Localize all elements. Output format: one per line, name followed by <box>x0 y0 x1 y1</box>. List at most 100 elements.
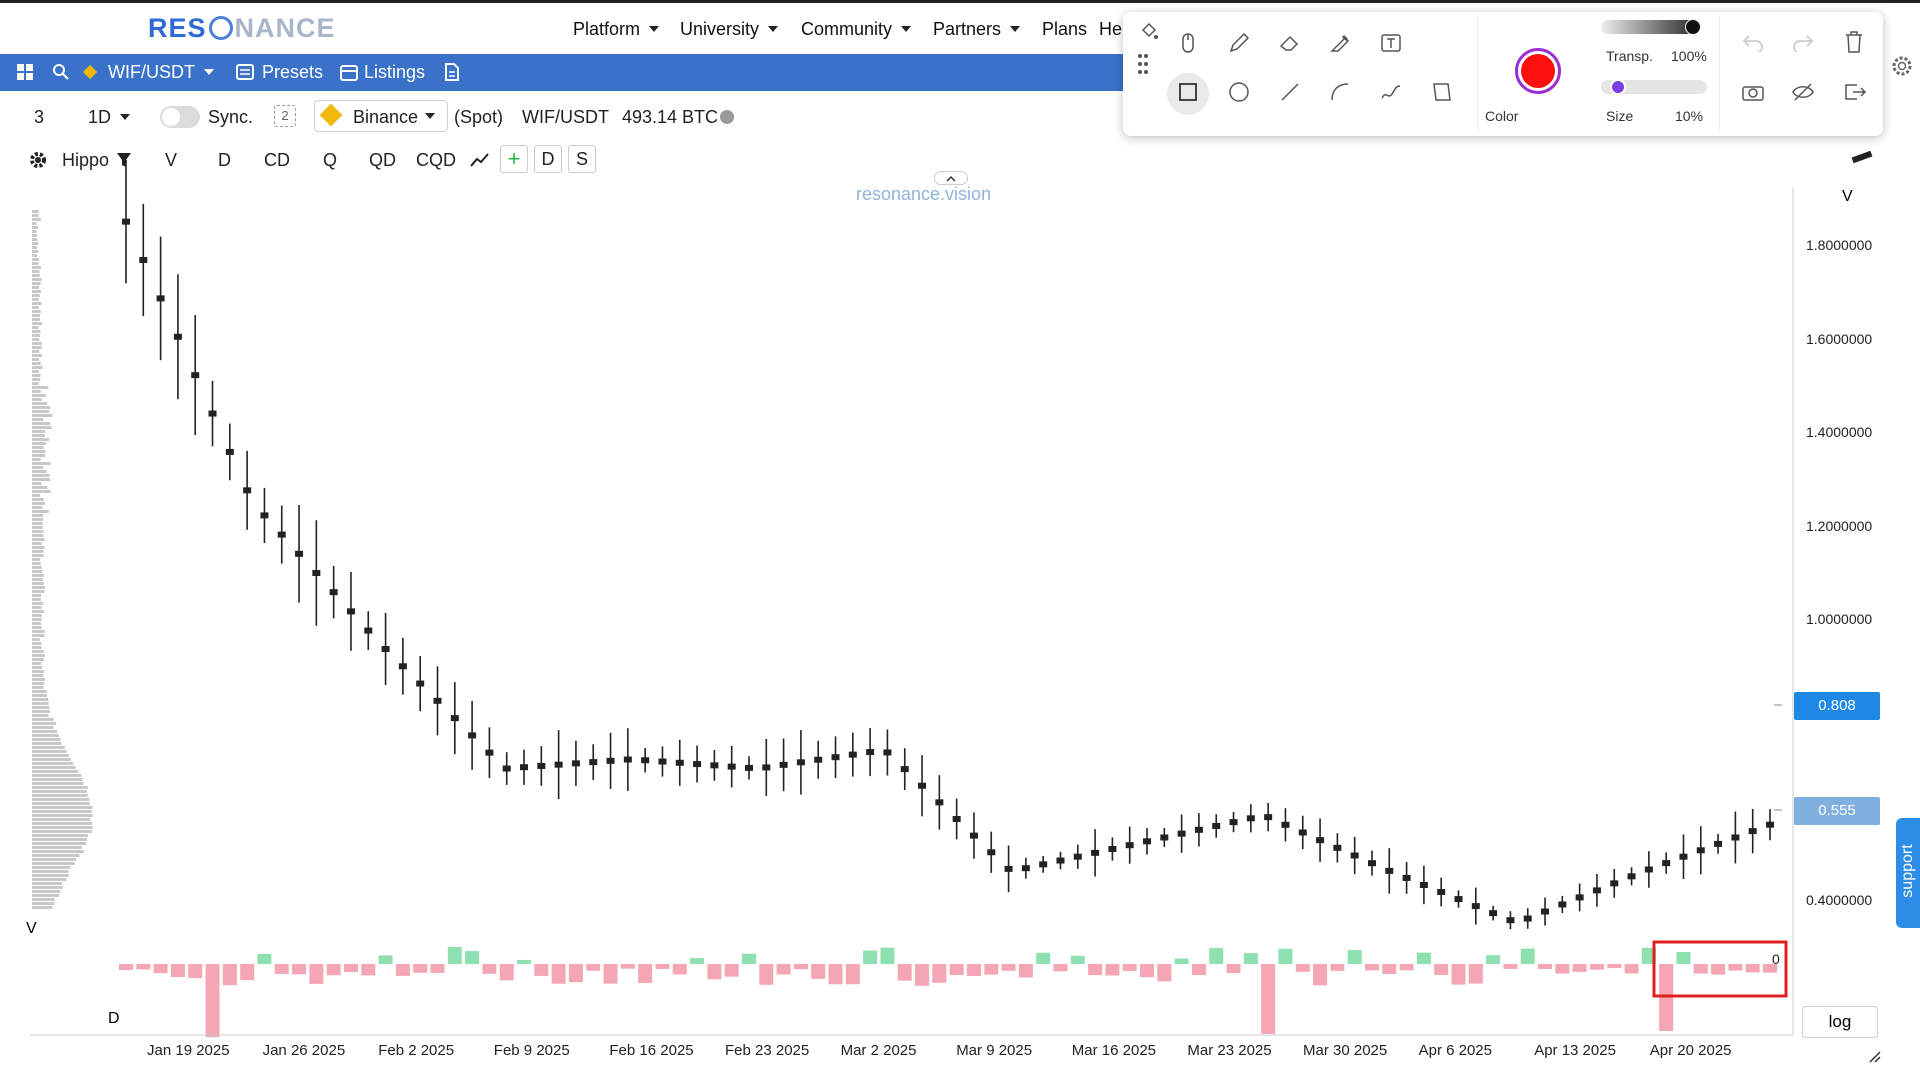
color-picker[interactable] <box>1515 48 1561 94</box>
filter-icon[interactable] <box>116 152 132 173</box>
log-scale-button[interactable]: log <box>1802 1006 1878 1038</box>
price-tick: 1.8000000 <box>1806 237 1873 253</box>
d-button[interactable]: D <box>534 145 562 173</box>
price-bar-body <box>814 756 823 763</box>
listings-button[interactable]: Listings <box>364 62 425 83</box>
s-button[interactable]: S <box>568 145 596 173</box>
delta-bar <box>1711 964 1726 975</box>
indicator-name[interactable]: Hippo <box>62 150 109 171</box>
indicator-button-q[interactable]: Q <box>323 150 337 171</box>
volume-profile-bar <box>32 850 84 853</box>
trash-icon[interactable] <box>1843 30 1865 59</box>
price-bar-body <box>156 295 165 302</box>
price-bar-body <box>1644 866 1653 873</box>
marker-tool[interactable] <box>1319 24 1361 66</box>
indicator-button-d[interactable]: D <box>218 150 231 171</box>
volume-profile-bar <box>32 494 41 497</box>
volume-profile-bar <box>32 622 42 625</box>
volume-profile-bar <box>32 722 57 725</box>
indicator-button-qd[interactable]: QD <box>369 150 396 171</box>
delta-bar <box>741 953 756 964</box>
line-tool[interactable] <box>1269 73 1311 115</box>
price-bar-body <box>796 759 805 766</box>
transparency-slider[interactable] <box>1601 19 1701 35</box>
hide-drawings-icon[interactable] <box>1791 82 1815 107</box>
delta-bar <box>188 964 203 979</box>
layout-count[interactable]: 3 <box>34 107 44 128</box>
link-group-icon[interactable]: 2 <box>274 105 296 127</box>
circle-tool[interactable] <box>1218 73 1260 115</box>
delta-bar <box>153 964 168 974</box>
price-bar-body <box>1091 849 1100 856</box>
undo-icon[interactable] <box>1741 32 1765 57</box>
timeframe-selector[interactable]: 1D <box>88 107 131 128</box>
support-tab[interactable]: support <box>1896 818 1920 928</box>
volume-profile-bar <box>32 834 89 837</box>
symbol-selector[interactable]: WIF/USDT <box>108 62 214 83</box>
eraser-tool[interactable] <box>1269 24 1311 66</box>
volume-profile-bar <box>32 518 44 521</box>
price-bar-body <box>1471 903 1480 910</box>
nav-item-0[interactable]: Platform <box>573 19 660 40</box>
nav-item-3[interactable]: Partners <box>933 19 1021 40</box>
price-bar-body <box>1316 837 1325 844</box>
presets-button[interactable]: Presets <box>262 62 323 83</box>
volume-profile-bar <box>32 490 51 493</box>
resize-icon[interactable] <box>1868 1050 1882 1069</box>
delta-bar <box>603 964 618 984</box>
redo-icon[interactable] <box>1791 32 1815 57</box>
price-bar-body <box>1523 915 1532 922</box>
volume-profile-bar <box>32 650 45 653</box>
polygon-icon <box>1430 80 1454 109</box>
size-slider[interactable] <box>1601 79 1707 95</box>
delta-bar <box>932 964 947 983</box>
text-tool[interactable] <box>1370 24 1412 66</box>
line-icon <box>1278 80 1302 109</box>
drag-handle-icon[interactable] <box>1137 52 1149 81</box>
camera-icon[interactable] <box>1741 82 1765 107</box>
line-chart-icon[interactable] <box>470 152 490 173</box>
price-bar-body <box>1402 874 1411 881</box>
settings-gear-icon[interactable] <box>1890 54 1914 83</box>
transparency-label: Transp. <box>1606 48 1653 64</box>
resonance-logo[interactable]: RES NANCE <box>148 13 336 44</box>
add-indicator-button[interactable]: + <box>500 145 528 173</box>
nav-item-1[interactable]: University <box>680 19 779 40</box>
nav-item-label: Platform <box>573 19 641 39</box>
nav-item-2[interactable]: Community <box>801 19 912 40</box>
cursor-tool[interactable] <box>1167 24 1209 66</box>
square-icon <box>1176 80 1200 109</box>
arc-tool[interactable] <box>1319 73 1361 115</box>
document-icon[interactable] <box>444 63 460 86</box>
price-bar-body <box>502 765 511 772</box>
sync-toggle[interactable] <box>160 106 200 128</box>
bezier-tool[interactable] <box>1370 73 1412 115</box>
volume-profile-bar <box>32 222 37 225</box>
pencil-tool[interactable] <box>1218 24 1260 66</box>
nav-item-4[interactable]: Plans <box>1042 19 1087 40</box>
symbol-toolbar: WIF/USDT Presets Listings <box>0 54 1130 91</box>
nav-item-5[interactable]: Hel <box>1099 19 1126 40</box>
indicator-button-cd[interactable]: CD <box>264 150 290 171</box>
ruler-icon[interactable] <box>1850 148 1874 171</box>
volume-profile-bar <box>32 638 40 641</box>
delta-bar <box>222 964 237 986</box>
volume-profile-bar <box>32 214 39 217</box>
volume-profile-bar <box>32 470 47 473</box>
collapse-toggle[interactable] <box>934 171 968 185</box>
volume-profile-bar <box>32 550 44 553</box>
volume-profile-bar <box>32 830 93 833</box>
search-icon[interactable] <box>52 63 70 86</box>
delta-bar <box>1382 964 1397 975</box>
indicator-button-v[interactable]: V <box>165 150 177 171</box>
rectangle-tool[interactable] <box>1167 73 1209 115</box>
exchange-selector[interactable]: Binance <box>314 100 448 132</box>
paint-bucket-icon[interactable] <box>1139 22 1159 47</box>
delta-bar <box>793 964 808 970</box>
polygon-tool[interactable] <box>1421 73 1463 115</box>
indicator-button-cqd[interactable]: CQD <box>416 150 456 171</box>
export-icon[interactable] <box>1843 82 1867 107</box>
gear-icon[interactable] <box>28 150 48 175</box>
delta-bar <box>1728 964 1743 971</box>
grid-layout-icon[interactable] <box>16 63 34 86</box>
